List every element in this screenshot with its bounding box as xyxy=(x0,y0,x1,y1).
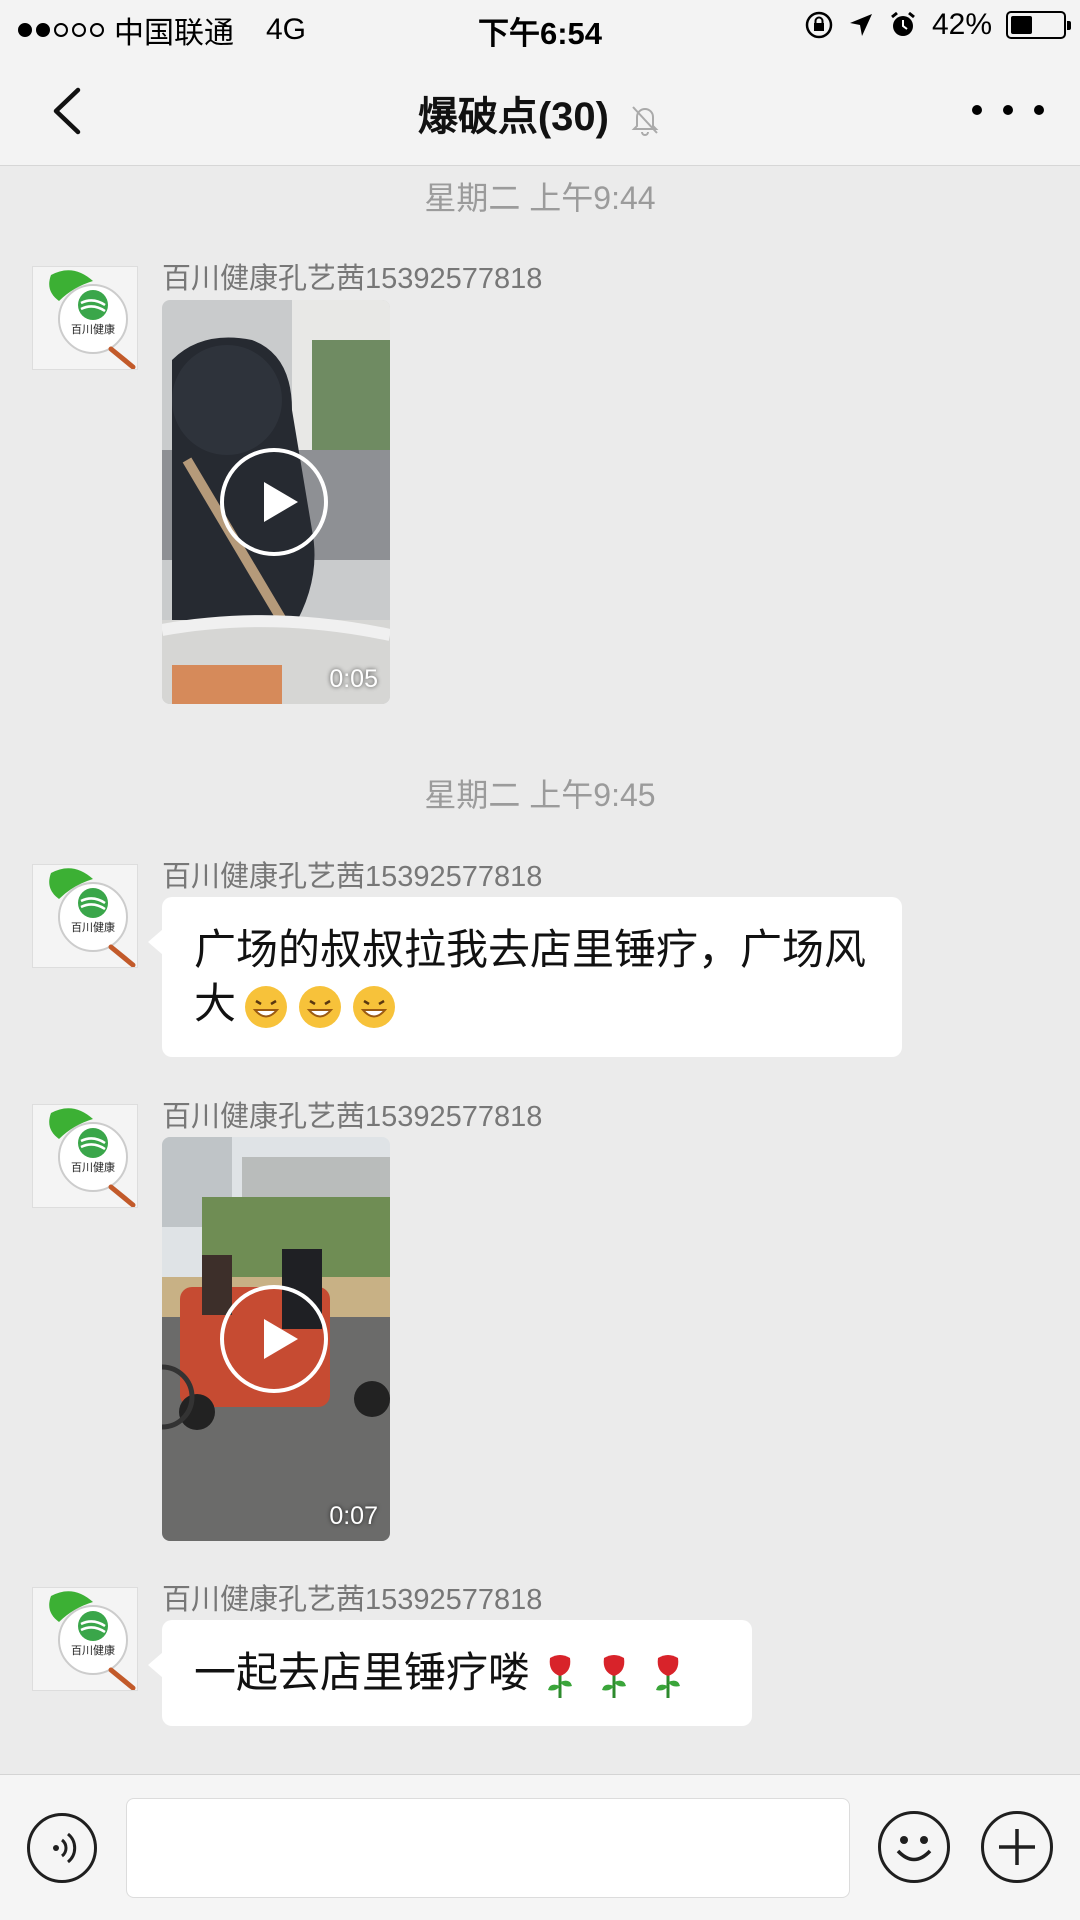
avatar-logo-icon: 百川健康 xyxy=(33,865,137,967)
message-text: 一起去店里锤疗喽 xyxy=(194,1649,531,1696)
status-right: 42% xyxy=(804,8,1071,42)
text-message[interactable]: 一起去店里锤疗喽 xyxy=(148,1620,752,1726)
play-icon[interactable] xyxy=(220,448,328,556)
location-arrow-icon xyxy=(849,14,872,36)
avatar-label: 百川健康 xyxy=(71,1643,115,1657)
battery-percent: 42% xyxy=(931,8,992,41)
play-icon[interactable] xyxy=(220,1285,328,1393)
more-dots-icon[interactable] xyxy=(972,98,1044,122)
alarm-icon xyxy=(891,11,915,36)
avatar-logo-icon: 百川健康 xyxy=(33,1105,137,1207)
chat-title: 爆破点(30) xyxy=(0,84,1080,142)
avatar-label: 百川健康 xyxy=(71,1160,115,1174)
smiley-icon[interactable] xyxy=(878,1811,950,1883)
grinning-face-icon xyxy=(299,985,342,1028)
text-message[interactable]: 广场的叔叔拉我去店里锤疗，广场风大 xyxy=(148,897,902,1057)
rose-icon xyxy=(656,1654,681,1698)
rose-icon xyxy=(602,1654,627,1698)
avatar[interactable]: 百川健康 xyxy=(32,266,138,370)
avatar-logo-icon: 百川健康 xyxy=(33,1588,137,1690)
video-message[interactable]: 0:07 xyxy=(162,1137,390,1541)
avatar-label: 百川健康 xyxy=(71,322,115,336)
avatar-label: 百川健康 xyxy=(71,920,115,934)
sender-name: 百川健康孔艺茜15392577818 xyxy=(162,1584,543,1616)
message-input[interactable] xyxy=(126,1798,850,1898)
rotation-lock-icon xyxy=(805,11,833,39)
grinning-face-icon xyxy=(245,985,288,1028)
status-bar: 中国联通 4G 下午6:54 42% xyxy=(0,0,1080,54)
voice-icon[interactable] xyxy=(27,1813,97,1883)
timestamp: 星期二 上午9:44 xyxy=(424,180,656,216)
battery-icon xyxy=(1006,11,1071,39)
video-message[interactable]: 0:05 xyxy=(162,300,390,704)
sender-name: 百川健康孔艺茜15392577818 xyxy=(162,1101,543,1133)
video-duration: 0:05 xyxy=(329,665,378,693)
bell-muted-icon xyxy=(631,106,659,137)
sender-name: 百川健康孔艺茜15392577818 xyxy=(162,861,543,893)
chat-area[interactable]: 星期二 上午9:44 百川健康 百川健康孔艺茜15392577818 0:05 … xyxy=(0,167,1080,1774)
rose-icon xyxy=(548,1654,573,1698)
avatar[interactable]: 百川健康 xyxy=(32,864,138,968)
nav-bar: 爆破点(30) xyxy=(0,54,1080,166)
avatar[interactable]: 百川健康 xyxy=(32,1587,138,1691)
timestamp: 星期二 上午9:45 xyxy=(424,777,656,813)
grinning-face-icon xyxy=(353,985,396,1028)
sender-name: 百川健康孔艺茜15392577818 xyxy=(162,263,543,295)
plus-icon[interactable] xyxy=(981,1811,1053,1883)
input-bar xyxy=(0,1774,1080,1920)
message-text: 广场的叔叔拉我去店里锤疗，广场风大 xyxy=(194,926,867,1027)
avatar[interactable]: 百川健康 xyxy=(32,1104,138,1208)
avatar-logo-icon: 百川健康 xyxy=(33,267,137,369)
video-duration: 0:07 xyxy=(329,1502,378,1530)
chat-title-text: 爆破点(30) xyxy=(417,95,609,139)
